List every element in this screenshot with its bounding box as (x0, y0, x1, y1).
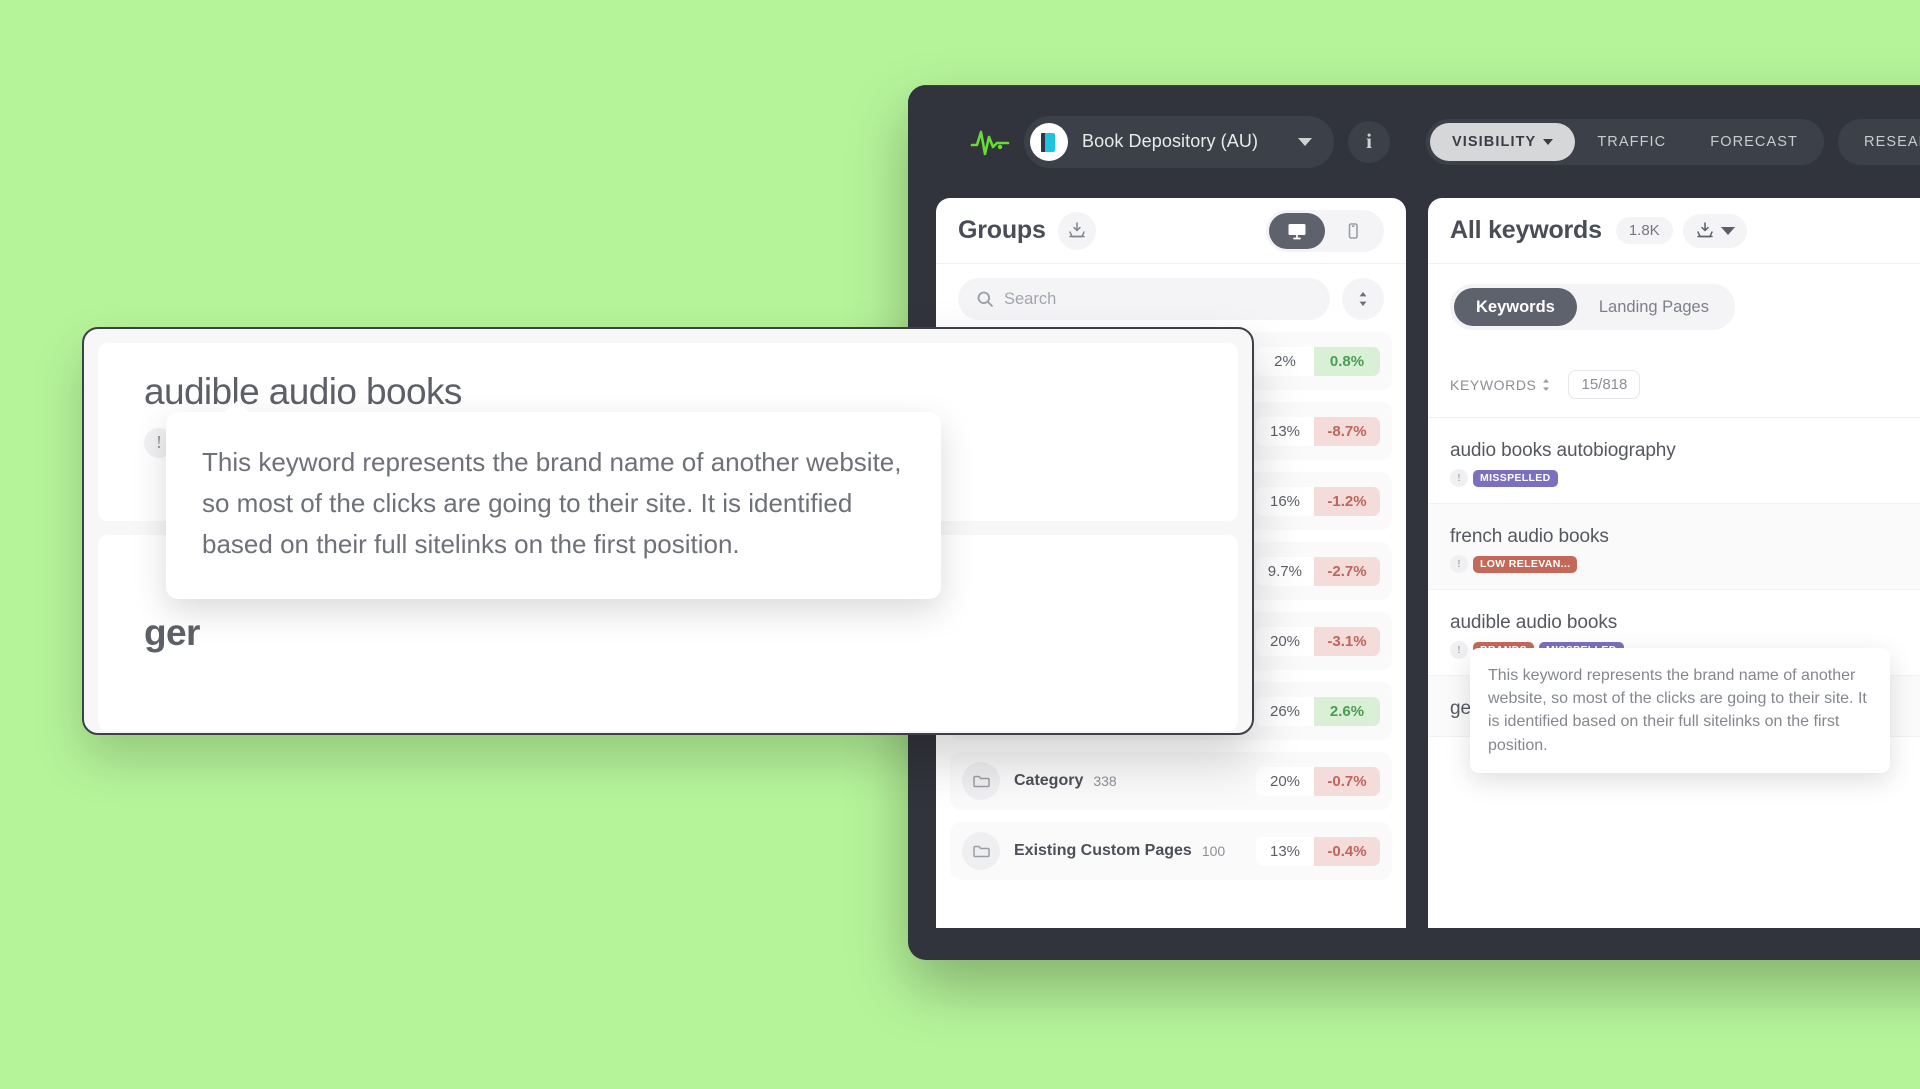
metric-share: 20% (1256, 626, 1314, 656)
list-item[interactable]: french audio books ! LOW RELEVAN... (1428, 504, 1920, 590)
nav-group-secondary: RESEARCH (1838, 118, 1920, 165)
group-count: 100 (1201, 843, 1226, 859)
pulse-line-icon[interactable] (970, 122, 1010, 162)
list-item[interactable]: audible audio books ! BRANDS MISSPELLED … (1428, 590, 1920, 773)
nav-group-primary: VISIBILITY TRAFFIC FORECAST (1426, 118, 1824, 165)
device-toggle (1266, 209, 1384, 252)
metric-share: 13% (1256, 836, 1314, 866)
info-circle-icon[interactable]: ! (1450, 555, 1468, 573)
download-tray-icon (1696, 221, 1713, 237)
status-badge[interactable]: MISSPELLED (1473, 469, 1558, 487)
sort-updown-icon[interactable] (1342, 278, 1384, 320)
groups-search-row: Search (936, 264, 1406, 332)
chevron-down-icon (1720, 226, 1735, 235)
zoom-keyword-label: audible audio books (144, 371, 462, 412)
table-row[interactable]: Existing Custom Pages 100 13% -0.4% (950, 822, 1392, 880)
metric-share: 2% (1256, 346, 1314, 376)
keyword-tags: ! MISSPELLED (1450, 469, 1920, 487)
info-circle-icon[interactable]: ! (1450, 469, 1468, 487)
search-icon (977, 291, 993, 307)
keywords-column-header: KEYWORDS 15/818 (1428, 330, 1920, 418)
tab-keywords-label: Keywords (1476, 297, 1555, 316)
group-name: Existing Custom Pages (1014, 842, 1192, 859)
zoom-keyword-tooltip: This keyword represents the brand name o… (166, 400, 941, 600)
desktop-monitor-icon[interactable] (1269, 212, 1325, 249)
book-icon (1030, 122, 1068, 161)
group-metrics: 2% 0.8% (1256, 346, 1380, 376)
keyword-label: audible audio books (1450, 612, 1618, 633)
metric-delta: -1.2% (1314, 486, 1380, 516)
metric-delta: 2.6% (1314, 696, 1380, 726)
status-badge[interactable]: LOW RELEVAN... (1473, 555, 1578, 573)
groups-panel-header: Groups (936, 198, 1406, 264)
mobile-phone-icon[interactable] (1325, 213, 1381, 249)
main-nav-tabs: VISIBILITY TRAFFIC FORECAST RESEARCH (1426, 118, 1920, 165)
keyword-label: audio books autobiography (1450, 440, 1676, 461)
top-navigation-bar: Book Depository (AU) i VISIBILITY TRAFFI… (908, 85, 1920, 198)
list-item[interactable]: audio books autobiography ! MISSPELLED (1428, 418, 1920, 504)
tab-landing-pages-label: Landing Pages (1598, 297, 1709, 316)
download-tray-icon[interactable] (1057, 211, 1096, 250)
project-name-label: Book Depository (AU) (1082, 131, 1259, 151)
keywords-panel-header: All keywords 1.8K (1428, 198, 1920, 264)
tab-visibility-label: VISIBILITY (1452, 133, 1537, 150)
group-metrics: 13% -8.7% (1256, 416, 1380, 446)
tab-research[interactable]: RESEARCH (1842, 123, 1920, 161)
tab-traffic-label: TRAFFIC (1597, 133, 1667, 150)
group-metrics: 26% 2.6% (1256, 696, 1380, 726)
keyword-label: french audio books (1450, 526, 1609, 547)
topbar-divider (908, 85, 1920, 86)
keywords-count-chip: 1.8K (1615, 217, 1673, 244)
group-metrics: 9.7% -2.7% (1255, 556, 1380, 586)
chevron-down-icon (1543, 138, 1554, 145)
keywords-tabs: Keywords Landing Pages (1450, 284, 1735, 330)
keyword-tooltip: This keyword represents the brand name o… (1470, 648, 1890, 773)
tab-landing-pages[interactable]: Landing Pages (1577, 288, 1731, 326)
tab-research-label: RESEARCH (1864, 133, 1920, 150)
metric-share: 16% (1256, 486, 1314, 516)
metric-share: 20% (1256, 766, 1314, 796)
table-row[interactable]: Category 338 20% -0.7% (950, 752, 1392, 810)
groups-title: Groups (958, 216, 1046, 244)
zoom-keyword-label-secondary: ger (144, 612, 200, 653)
group-name: Category (1014, 772, 1084, 789)
tab-forecast[interactable]: FORECAST (1688, 123, 1820, 161)
export-keywords-button[interactable] (1682, 213, 1747, 248)
info-circle-icon[interactable]: ! (1450, 641, 1468, 659)
tab-keywords[interactable]: Keywords (1454, 288, 1577, 326)
metric-delta: -8.7% (1314, 416, 1380, 446)
keywords-fraction: 15/818 (1568, 370, 1641, 399)
metric-delta: -0.4% (1314, 836, 1380, 866)
tab-traffic[interactable]: TRAFFIC (1575, 123, 1688, 161)
metric-delta: 0.8% (1314, 346, 1380, 376)
metric-delta: -3.1% (1314, 626, 1380, 656)
project-selector[interactable]: Book Depository (AU) (1024, 115, 1334, 168)
search-placeholder: Search (1004, 289, 1057, 308)
search-input[interactable]: Search (958, 278, 1330, 320)
tab-visibility[interactable]: VISIBILITY (1430, 122, 1576, 161)
tab-forecast-label: FORECAST (1710, 133, 1798, 150)
keywords-column-label: KEYWORDS (1450, 376, 1537, 393)
chevron-down-icon[interactable] (1298, 137, 1312, 146)
folder-icon (962, 832, 1000, 870)
keyword-tags: ! LOW RELEVAN... (1450, 555, 1920, 573)
info-button[interactable]: i (1348, 120, 1390, 163)
page-title: All keywords (1450, 216, 1602, 244)
folder-icon (962, 762, 1000, 800)
group-metrics: 13% -0.4% (1256, 836, 1380, 866)
metric-share: 13% (1256, 416, 1314, 446)
metric-delta: -0.7% (1314, 766, 1380, 796)
sort-updown-icon[interactable] (1540, 378, 1552, 392)
group-metrics: 20% -3.1% (1256, 626, 1380, 656)
group-metrics: 20% -0.7% (1256, 766, 1380, 796)
metric-delta: -2.7% (1314, 556, 1380, 586)
group-count: 338 (1093, 773, 1117, 789)
keywords-panel: All keywords 1.8K Keywords Landing Pages… (1428, 198, 1920, 928)
metric-share: 26% (1256, 696, 1314, 726)
group-metrics: 16% -1.2% (1256, 486, 1380, 516)
metric-share: 9.7% (1255, 556, 1314, 586)
screenshot-root: Book Depository (AU) i VISIBILITY TRAFFI… (0, 0, 1920, 1089)
